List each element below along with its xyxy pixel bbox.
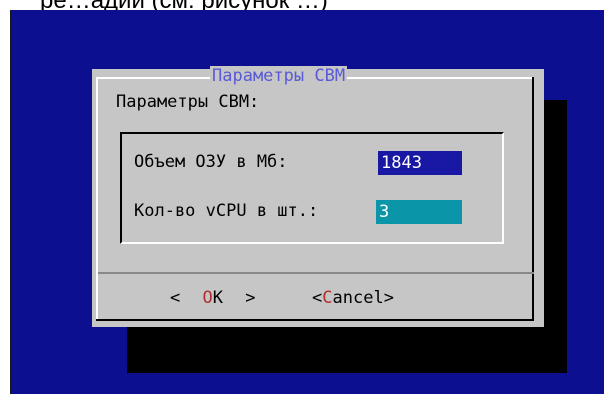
cpu-label: Кол-во vCPU в шт.: [134,201,319,221]
cancel-bracket-left: < [312,288,323,308]
terminal-screen: Параметры СВМ Параметры СВМ: Объем ОЗУ в… [10,10,604,394]
ok-bracket-left: < [170,288,181,308]
form-box: Объем ОЗУ в Мб: 1843 Кол-во vCPU в шт.: … [120,132,504,244]
ok-rest: K [212,288,223,308]
ok-button[interactable]: < OK > [170,288,256,308]
ok-hotkey: O [202,288,213,308]
cancel-button[interactable]: <Cancel> [312,288,394,308]
vm-params-dialog: Параметры СВМ Параметры СВМ: Объем ОЗУ в… [92,66,544,327]
frame-bottom [96,319,534,321]
button-separator [98,272,534,274]
cancel-rest: ancel [332,288,384,308]
cancel-hotkey: C [322,288,333,308]
cpu-input[interactable]: 3 [376,200,462,224]
frame-right [532,77,534,321]
dialog-subtitle: Параметры СВМ: [116,92,260,112]
frame-left [96,77,98,321]
cancel-bracket-right: > [383,288,394,308]
ram-label: Объем ОЗУ в Мб: [134,152,288,172]
dialog-title: Параметры СВМ [210,66,348,86]
ok-bracket-right: > [245,288,256,308]
ram-input[interactable]: 1843 [378,151,462,175]
